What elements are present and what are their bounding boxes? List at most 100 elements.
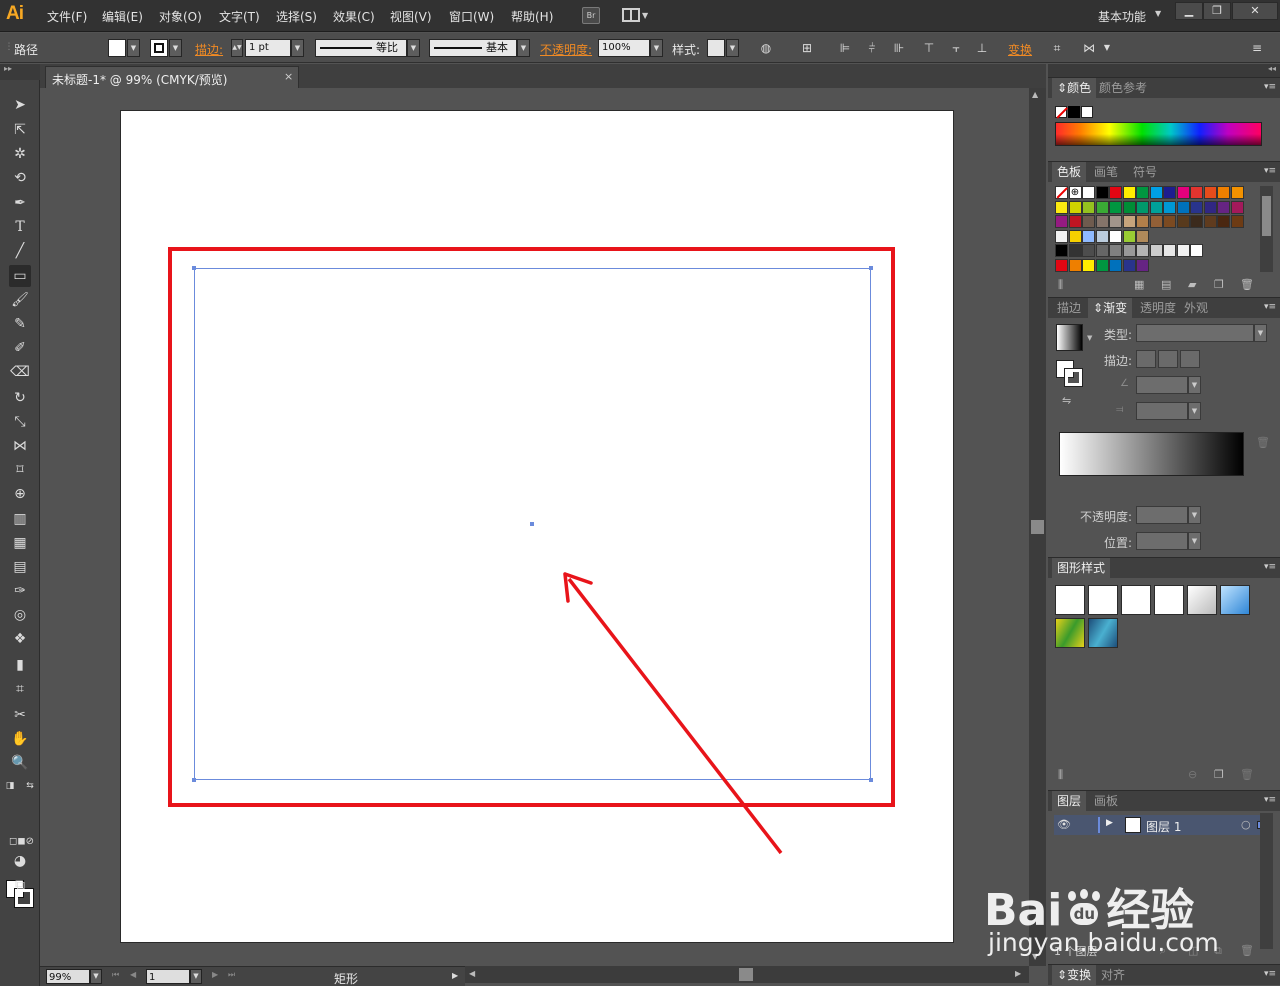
scroll-left-icon[interactable]: ◀ xyxy=(469,969,475,978)
stroke-color-swatch[interactable] xyxy=(150,39,168,57)
swatch-cell[interactable] xyxy=(1122,244,1136,258)
swatch-cell[interactable] xyxy=(1122,229,1136,243)
swatch-cell[interactable] xyxy=(1095,200,1109,214)
swatch-cell[interactable] xyxy=(1055,215,1068,229)
tab-artboards[interactable]: 画板 xyxy=(1089,791,1123,811)
dock-grip[interactable]: ◂◂ xyxy=(1048,64,1280,77)
reverse-gradient-icon[interactable]: ⇋ xyxy=(1062,394,1071,407)
layer-name[interactable]: 图层 1 xyxy=(1146,818,1181,835)
restore-button[interactable]: ❐ xyxy=(1203,2,1231,20)
gradient-panel-menu-icon[interactable]: ▾≡ xyxy=(1264,302,1276,312)
status-menu-icon[interactable]: ▶ xyxy=(452,971,458,980)
gradient-type-dropdown[interactable]: ▼ xyxy=(1254,324,1267,342)
swatch-cell[interactable] xyxy=(1122,186,1136,199)
gradient-preview[interactable] xyxy=(1056,324,1083,351)
workspace-switcher[interactable]: 基本功能 xyxy=(1098,8,1146,25)
hand-tool-icon[interactable]: ✋ xyxy=(9,728,31,750)
screen-mode-icon[interactable]: ⧉ xyxy=(9,874,31,896)
mesh-tool-icon[interactable]: ▦ xyxy=(9,532,31,554)
menu-file[interactable]: 文件(F) xyxy=(47,8,87,25)
tab-appearance[interactable]: 外观 xyxy=(1179,298,1213,318)
gradient-preset-chevron-icon[interactable]: ▼ xyxy=(1087,334,1092,342)
swap-colors-icon[interactable]: ⇆ xyxy=(24,780,36,792)
swatch-cell[interactable] xyxy=(1149,200,1163,214)
swatch-cell[interactable] xyxy=(1217,215,1230,229)
transform-link[interactable]: 变换 xyxy=(1008,41,1032,58)
new-graphic-style-icon[interactable]: ❐ xyxy=(1214,768,1224,781)
menu-view[interactable]: 视图(V) xyxy=(390,8,432,25)
rotate-tool-icon[interactable]: ↻ xyxy=(9,387,31,409)
zoom-tool-icon[interactable]: 🔍 xyxy=(9,752,31,774)
artboard-dropdown[interactable]: ▼ xyxy=(190,969,202,984)
swatch-cell[interactable] xyxy=(1082,215,1095,229)
swatches-scrollbar[interactable] xyxy=(1260,186,1273,272)
menu-object[interactable]: 对象(O) xyxy=(159,8,202,25)
stroke-weight-dropdown[interactable]: ▼ xyxy=(291,39,304,57)
arrange-documents-button[interactable]: ▼ xyxy=(622,7,650,24)
swatch-cell[interactable] xyxy=(1082,200,1095,214)
rectangle-tool-icon[interactable]: ▭ xyxy=(9,265,31,287)
break-link-icon[interactable]: ⊖ xyxy=(1188,768,1197,781)
swatch-cell[interactable] xyxy=(1109,244,1122,258)
swatches-scroll-thumb[interactable] xyxy=(1262,196,1271,236)
line-tool-icon[interactable]: ╱ xyxy=(9,240,31,262)
close-tab-icon[interactable]: × xyxy=(284,70,293,83)
tab-align[interactable]: 对齐 xyxy=(1096,965,1130,985)
vertical-scroll-thumb[interactable] xyxy=(1031,520,1044,534)
column-graph-tool-icon[interactable]: ▮ xyxy=(9,654,31,676)
delete-swatch-icon[interactable]: 🗑 xyxy=(1240,278,1254,291)
tab-stroke[interactable]: 描边 xyxy=(1052,298,1086,318)
scroll-right-icon[interactable]: ▶ xyxy=(1015,969,1021,978)
swatch-cell[interactable] xyxy=(1109,259,1122,272)
swatch-cell[interactable] xyxy=(1122,215,1136,229)
perspective-grid-tool-icon[interactable]: ▥ xyxy=(9,508,31,530)
tab-symbols[interactable]: 符号 xyxy=(1128,162,1162,182)
delete-layer-icon[interactable]: 🗑 xyxy=(1240,944,1254,957)
stroke-dropdown[interactable]: ▼ xyxy=(169,39,182,57)
graphic-styles-menu-icon[interactable]: ▾≡ xyxy=(1264,562,1276,572)
next-artboard-icon[interactable]: ▶ xyxy=(212,970,218,979)
brush-dropdown[interactable]: ▼ xyxy=(517,39,530,57)
toolbar-grip[interactable]: ▸▸ xyxy=(0,64,40,80)
swatch-cell[interactable] xyxy=(1149,186,1163,199)
swatch-cell[interactable] xyxy=(1190,186,1203,199)
paintbrush-tool-icon[interactable]: 🖌 xyxy=(9,289,31,311)
menu-edit[interactable]: 编辑(E) xyxy=(102,8,143,25)
opacity-field[interactable]: 100% xyxy=(598,39,650,57)
graphic-style-libraries-icon[interactable]: ⫼ xyxy=(1058,768,1063,782)
new-swatch-icon[interactable]: ❐ xyxy=(1214,278,1224,291)
swatch-cell[interactable] xyxy=(1190,215,1203,229)
swatch-cell[interactable] xyxy=(1122,259,1136,272)
swatch-cell[interactable] xyxy=(1095,229,1109,243)
isolate-icon[interactable]: ⌗ xyxy=(1050,41,1064,55)
gradient-type-select[interactable] xyxy=(1136,324,1254,342)
swatch-cell[interactable] xyxy=(1055,186,1068,199)
blob-brush-tool-icon[interactable]: ✐ xyxy=(9,337,31,359)
tab-layers[interactable]: 图层 xyxy=(1052,791,1087,811)
swatch-cell[interactable] xyxy=(1109,215,1122,229)
stroke-label[interactable]: 描边: xyxy=(195,41,223,58)
layers-scrollbar[interactable] xyxy=(1260,813,1273,949)
swatch-cell[interactable] xyxy=(1203,186,1217,199)
swatch-options-icon[interactable]: ▤ xyxy=(1161,278,1171,291)
black-color-icon[interactable] xyxy=(1068,106,1080,118)
tab-gradient[interactable]: ⇕渐变 xyxy=(1088,298,1133,318)
swatch-cell[interactable] xyxy=(1217,186,1230,199)
stop-opacity-dropdown[interactable]: ▼ xyxy=(1188,506,1201,524)
shape-builder-tool-icon[interactable]: ⊕ xyxy=(9,483,31,505)
expand-layer-icon[interactable]: ▶ xyxy=(1106,818,1113,828)
layer-row[interactable]: 👁 ▶ 图层 1 ○ xyxy=(1054,815,1272,835)
target-icon[interactable]: ○ xyxy=(1241,818,1251,831)
stroke-across-button[interactable] xyxy=(1180,350,1200,368)
align-right-icon[interactable]: ⊪ xyxy=(892,41,906,55)
graphic-style-green-yellow[interactable] xyxy=(1055,618,1085,648)
swatch-cell[interactable] xyxy=(1095,259,1109,272)
artboard-tool-icon[interactable]: ⌗ xyxy=(9,678,31,700)
show-swatch-kinds-icon[interactable]: ▦ xyxy=(1134,278,1144,291)
swatch-cell[interactable] xyxy=(1109,229,1122,243)
minimize-button[interactable]: ▁ xyxy=(1175,2,1203,20)
align-horizontal-center-icon[interactable]: ⫩ xyxy=(865,41,879,55)
angle-field[interactable] xyxy=(1136,376,1188,394)
eye-visibility-icon[interactable]: 👁 xyxy=(1057,818,1071,831)
align-bottom-icon[interactable]: ⊥ xyxy=(975,41,989,55)
